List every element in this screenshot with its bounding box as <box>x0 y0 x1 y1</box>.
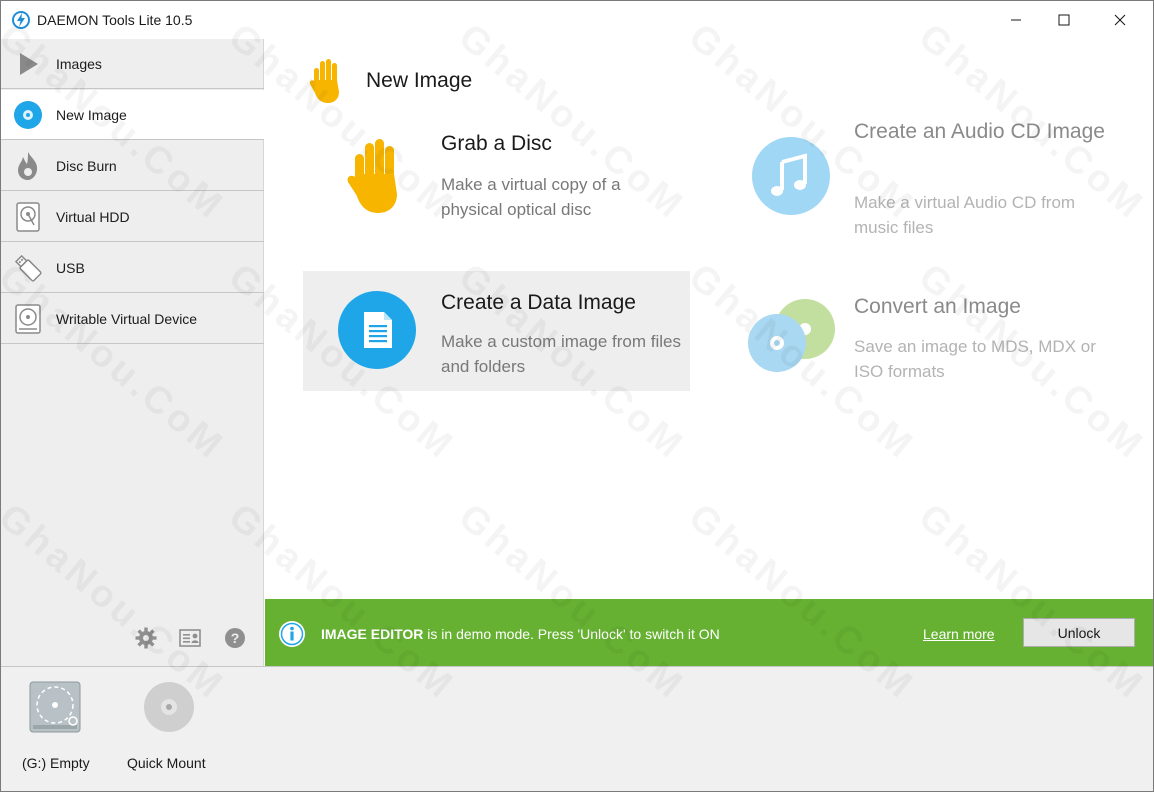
card-description: Make a custom image from files and folde… <box>441 332 681 376</box>
notification-feature-name: IMAGE EDITOR <box>321 626 424 642</box>
document-icon <box>338 291 416 369</box>
close-icon <box>1114 14 1126 26</box>
quick-mount[interactable]: Quick Mount <box>119 679 219 779</box>
sidebar-item-disc-burn[interactable]: Disc Burn <box>1 141 264 191</box>
sidebar-item-images[interactable]: Images <box>1 39 264 89</box>
gear-icon <box>135 627 157 649</box>
usb-icon <box>13 253 43 283</box>
play-icon <box>13 49 43 79</box>
minimize-icon <box>1011 19 1021 21</box>
sidebar-item-writable-virtual-device[interactable]: Writable Virtual Device <box>1 294 264 344</box>
notification-text: is in demo mode. Press 'Unlock' to switc… <box>423 626 720 642</box>
card-title: Grab a Disc <box>441 132 552 155</box>
music-note-icon <box>752 137 830 215</box>
card-title: Create an Audio CD Image <box>854 120 1105 143</box>
virtual-drive-icon <box>29 681 81 733</box>
info-icon <box>279 621 305 647</box>
help-icon: ? <box>225 628 245 648</box>
unlock-button[interactable]: Unlock <box>1023 618 1135 647</box>
card-description: Save an image to MDS, MDX or ISO formats <box>854 337 1096 381</box>
sidebar: Images New Image Disc Burn Virtual HDD U… <box>1 39 264 666</box>
notification-message: IMAGE EDITOR is in demo mode. Press 'Unl… <box>321 626 720 642</box>
sidebar-item-label: New Image <box>56 107 127 123</box>
sidebar-item-usb[interactable]: USB <box>1 243 264 293</box>
daemon-tools-app-icon <box>12 11 30 29</box>
device-label: Quick Mount <box>127 755 206 771</box>
device-bar: (G:) Empty Quick Mount <box>1 666 1153 791</box>
maximize-icon <box>1058 14 1070 26</box>
maximize-button[interactable] <box>1041 1 1087 39</box>
card-description: Make a virtual Audio CD from music files <box>854 193 1076 237</box>
device-label: (G:) Empty <box>22 755 90 771</box>
window-title: DAEMON Tools Lite 10.5 <box>37 12 193 28</box>
demo-mode-notification-bar: IMAGE EDITOR is in demo mode. Press 'Unl… <box>265 599 1153 666</box>
flame-icon <box>13 151 43 181</box>
help-button[interactable]: ? <box>224 627 246 649</box>
preferences-button[interactable] <box>135 627 157 649</box>
card-description: Make a virtual copy of a physical optica… <box>441 175 621 219</box>
hand-icon <box>309 59 339 103</box>
sidebar-item-new-image[interactable]: New Image <box>1 90 264 140</box>
sidebar-item-virtual-hdd[interactable]: Virtual HDD <box>1 192 264 242</box>
license-icon <box>179 629 201 647</box>
card-title: Convert an Image <box>854 295 1021 318</box>
create-audio-cd-image-card[interactable]: Create an Audio CD Image Make a virtual … <box>715 116 1135 246</box>
learn-more-link[interactable]: Learn more <box>923 626 995 642</box>
minimize-button[interactable] <box>993 1 1039 39</box>
sidebar-item-label: USB <box>56 260 85 276</box>
convert-an-image-card[interactable]: Convert an Image Save an image to MDS, M… <box>715 291 1135 391</box>
hdd-icon <box>13 202 43 232</box>
quick-mount-disc-icon <box>144 682 194 732</box>
close-button[interactable] <box>1097 1 1143 39</box>
card-title: Create a Data Image <box>441 291 636 314</box>
app-window: DAEMON Tools Lite 10.5 Images New Image <box>0 0 1154 792</box>
sidebar-item-label: Images <box>56 56 102 72</box>
hand-icon <box>347 139 397 213</box>
create-data-image-card[interactable]: Create a Data Image Make a custom image … <box>303 271 690 391</box>
grab-a-disc-card[interactable]: Grab a Disc Make a virtual copy of a phy… <box>303 116 690 236</box>
virtual-drive-g[interactable]: (G:) Empty <box>11 679 103 779</box>
sidebar-item-label: Virtual HDD <box>56 209 130 225</box>
convert-discs-icon <box>748 299 835 372</box>
title-bar[interactable]: DAEMON Tools Lite 10.5 <box>1 1 1153 39</box>
writable-device-icon <box>13 304 43 334</box>
license-button[interactable] <box>179 627 201 649</box>
sidebar-item-label: Writable Virtual Device <box>56 311 198 327</box>
svg-text:?: ? <box>231 630 240 646</box>
disc-icon <box>13 100 43 130</box>
sidebar-item-label: Disc Burn <box>56 158 117 174</box>
page-title: New Image <box>366 69 473 92</box>
